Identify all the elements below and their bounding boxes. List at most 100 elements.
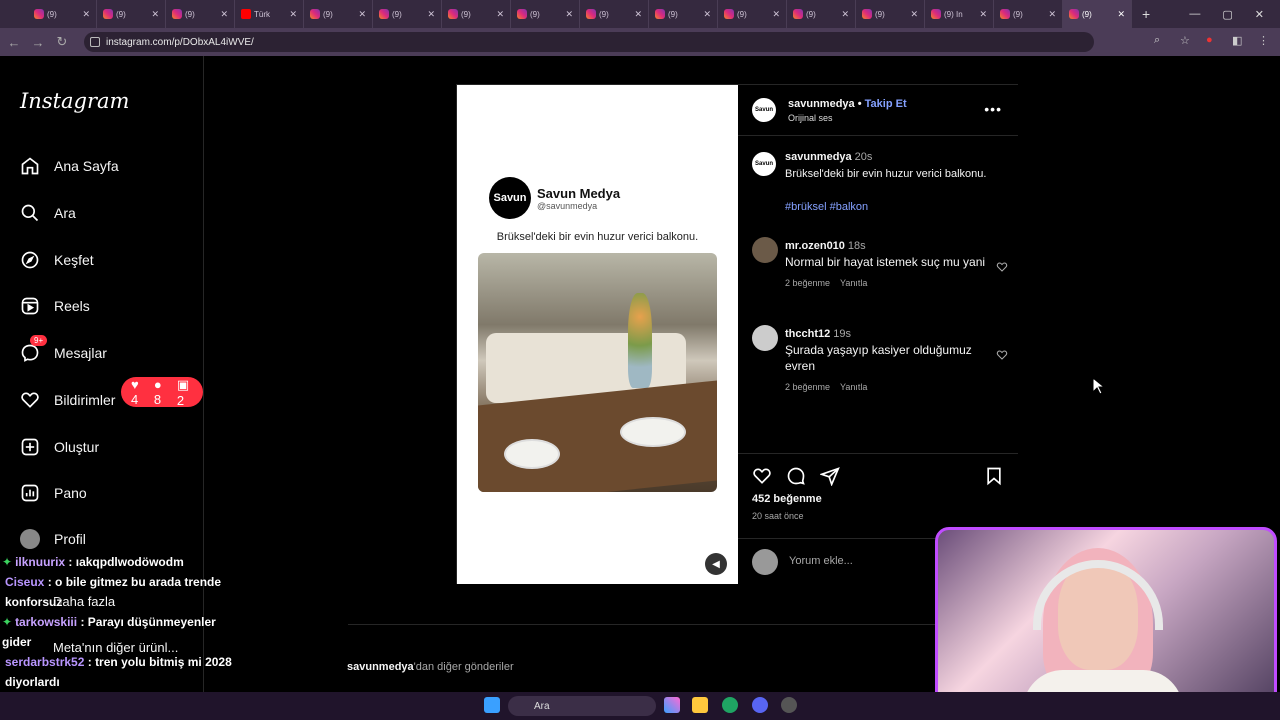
- puzzle-icon[interactable]: ◧: [1232, 34, 1244, 47]
- close-tab-icon[interactable]: ✕: [220, 9, 228, 20]
- card-handle: @savunmedya: [537, 200, 598, 211]
- zoom-icon[interactable]: ⌕: [1154, 34, 1166, 46]
- comment-input[interactable]: Yorum ekle...: [789, 555, 853, 567]
- browser-tab[interactable]: (9) ✕: [649, 0, 718, 28]
- start-icon[interactable]: [484, 697, 500, 713]
- close-tab-icon[interactable]: ✕: [772, 9, 780, 20]
- more-options-icon[interactable]: •••: [984, 101, 1002, 117]
- url-input[interactable]: instagram.com/p/DObxAL4iWVE/: [84, 32, 1094, 52]
- hashtags[interactable]: #brüksel #balkon: [785, 201, 868, 213]
- caption-avatar[interactable]: Savun: [752, 152, 776, 176]
- browser-tab[interactable]: (9) ✕: [442, 0, 511, 28]
- menu-icon[interactable]: ⋮: [1258, 34, 1270, 47]
- browser-tab[interactable]: (9) ✕: [28, 0, 97, 28]
- messenger-icon: [21, 344, 39, 362]
- tag-notification: ▣ 2: [176, 376, 190, 408]
- close-tab-icon[interactable]: ✕: [151, 9, 159, 20]
- sidebar-item-profile[interactable]: Profil: [20, 529, 86, 549]
- instagram-icon: [655, 9, 665, 19]
- sidebar-item-notifications[interactable]: Bildirimler: [20, 390, 115, 410]
- like-count[interactable]: 452 beğenme: [752, 493, 822, 505]
- browser-tab[interactable]: (9) In ✕: [925, 0, 994, 28]
- comment-icon[interactable]: [786, 466, 806, 486]
- close-tab-icon[interactable]: ✕: [565, 9, 573, 20]
- notifications-popup[interactable]: ♥ 4 ● 8 ▣ 2: [121, 376, 203, 408]
- instagram-icon: [793, 9, 803, 19]
- close-tab-icon[interactable]: ✕: [289, 9, 297, 20]
- star-icon[interactable]: ☆: [1180, 34, 1192, 47]
- close-tab-icon[interactable]: ✕: [703, 9, 711, 20]
- browser-tab[interactable]: (9) ✕: [787, 0, 856, 28]
- sidebar-item-explore[interactable]: Keşfet: [20, 250, 94, 270]
- like-icon[interactable]: [752, 466, 772, 486]
- original-audio[interactable]: Orijinal ses: [788, 113, 833, 123]
- commenter-avatar[interactable]: [752, 237, 778, 263]
- close-tab-icon[interactable]: ✕: [496, 9, 504, 20]
- extension-icon[interactable]: ●: [1206, 34, 1218, 46]
- instagram-logo[interactable]: Instagram: [20, 89, 129, 113]
- commenter-avatar[interactable]: [752, 325, 778, 351]
- obs-icon[interactable]: [781, 697, 797, 713]
- minimize-button[interactable]: —: [1189, 8, 1200, 20]
- file-explorer-icon[interactable]: [692, 697, 708, 713]
- browser-tab[interactable]: (9) ✕: [580, 0, 649, 28]
- browser-tab[interactable]: Türk ✕: [235, 0, 304, 28]
- browser-tab[interactable]: (9) ✕: [304, 0, 373, 28]
- forward-button[interactable]: →: [26, 35, 50, 50]
- instagram-icon: [517, 9, 527, 19]
- close-window-button[interactable]: ✕: [1255, 8, 1264, 21]
- taskbar-search[interactable]: Ara: [508, 696, 656, 716]
- close-tab-icon[interactable]: ✕: [634, 9, 642, 20]
- reload-button[interactable]: ↻: [50, 34, 74, 50]
- author-avatar[interactable]: Savun: [752, 98, 776, 122]
- maximize-button[interactable]: ▢: [1222, 8, 1232, 21]
- plus-square-icon: [21, 438, 39, 456]
- browser-tab[interactable]: (9) ✕: [856, 0, 925, 28]
- search-icon: [21, 204, 39, 222]
- browser-tab[interactable]: (9) ✕: [166, 0, 235, 28]
- browser-tab[interactable]: (9) ✕: [511, 0, 580, 28]
- chat-message: serdarbstrk52 : tren yolu bitmiş mi 2028…: [5, 655, 232, 689]
- mute-button[interactable]: ◀: [705, 553, 727, 575]
- webcam-overlay: [935, 527, 1277, 719]
- browser-tab[interactable]: (9) ✕: [97, 0, 166, 28]
- like-notification: ♥ 4: [131, 377, 139, 407]
- browser-tab[interactable]: (9) ✕: [994, 0, 1063, 28]
- close-tab-icon[interactable]: ✕: [1048, 9, 1056, 20]
- comment-body: mr.ozen010 18s Normal bir hayat istemek s…: [785, 240, 986, 288]
- comment-like-icon[interactable]: [996, 349, 1008, 361]
- browser-tab[interactable]: (9) ✕: [718, 0, 787, 28]
- close-tab-icon[interactable]: ✕: [82, 9, 90, 20]
- share-icon[interactable]: [820, 466, 840, 486]
- browser-tab[interactable]: (9) ✕: [373, 0, 442, 28]
- browser-tab-bar: (9) ✕ (9) ✕ (9) ✕ Türk ✕ (9) ✕ (9) ✕ (9) ✕ (9) ✕ (9) ✕ (9)…: [0, 0, 1280, 28]
- close-tab-icon[interactable]: ✕: [1117, 9, 1125, 20]
- sidebar-item-dashboard[interactable]: Pano: [20, 483, 87, 503]
- instagram-icon: [1069, 9, 1079, 19]
- follow-button[interactable]: Takip Et: [865, 98, 907, 110]
- tab-label: (9) In: [944, 9, 963, 19]
- chrome-icon[interactable]: [722, 697, 738, 713]
- sidebar-item-search[interactable]: Ara: [20, 203, 76, 223]
- sidebar-item-messages[interactable]: 9+ Mesajlar: [20, 335, 107, 363]
- close-tab-icon[interactable]: ✕: [427, 9, 435, 20]
- close-tab-icon[interactable]: ✕: [910, 9, 918, 20]
- discord-icon[interactable]: [752, 697, 768, 713]
- author-username[interactable]: savunmedya: [788, 98, 855, 110]
- post-media[interactable]: Savun Savun Medya @savunmedya Brüksel'de…: [457, 85, 738, 584]
- close-tab-icon[interactable]: ✕: [979, 9, 987, 20]
- bookmark-icon[interactable]: [984, 466, 1004, 486]
- browser-tab[interactable]: (9) ✕: [1063, 0, 1132, 28]
- tab-label: (9): [392, 9, 402, 19]
- sidebar-item-create[interactable]: Oluştur: [20, 437, 99, 457]
- close-tab-icon[interactable]: ✕: [841, 9, 849, 20]
- new-tab-button[interactable]: +: [1142, 6, 1150, 22]
- copilot-icon[interactable]: [664, 697, 680, 713]
- sidebar-item-reels[interactable]: Reels: [20, 296, 90, 316]
- sidebar-item-home[interactable]: Ana Sayfa: [20, 156, 119, 176]
- back-button[interactable]: ←: [2, 35, 26, 50]
- comment-like-icon[interactable]: [996, 261, 1008, 273]
- close-tab-icon[interactable]: ✕: [358, 9, 366, 20]
- site-info-icon[interactable]: [90, 37, 100, 47]
- instagram-icon: [931, 9, 941, 19]
